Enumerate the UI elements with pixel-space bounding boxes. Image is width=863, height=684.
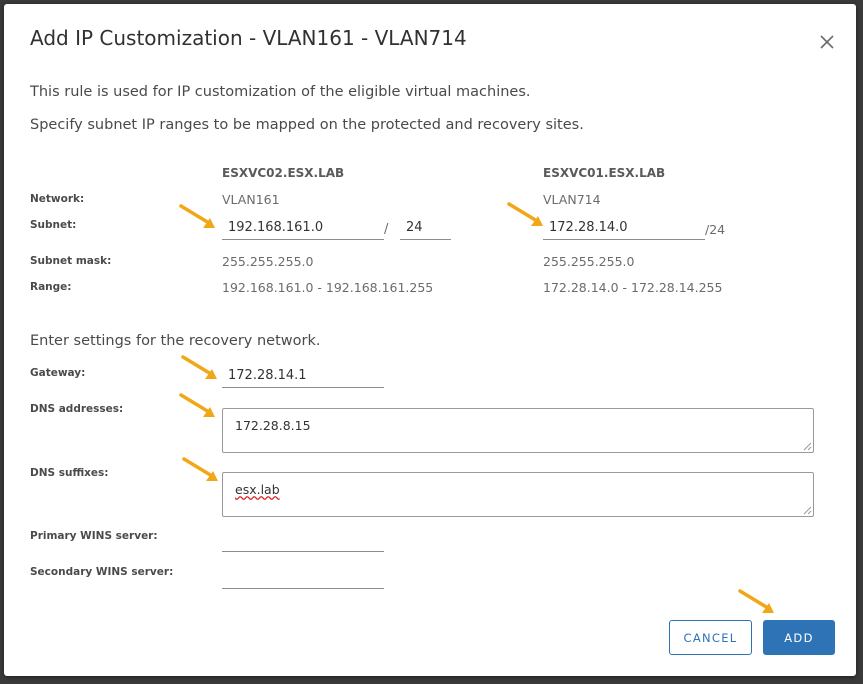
add-button[interactable]: ADD <box>763 620 835 655</box>
protected-subnet-mask-value: 255.255.255.0 <box>222 254 314 269</box>
protected-range-value: 192.168.161.0 - 192.168.161.255 <box>222 280 434 295</box>
secondary-wins-input[interactable] <box>222 567 384 589</box>
protected-network-value: VLAN161 <box>222 192 280 207</box>
dialog-title: Add IP Customization - VLAN161 - VLAN714 <box>30 26 467 50</box>
dns-suffixes-value: esx.lab <box>235 482 280 497</box>
dns-addresses-label: DNS addresses: <box>30 403 124 415</box>
intro-text-1: This rule is used for IP customization o… <box>30 84 531 100</box>
dns-suffixes-textarea[interactable]: esx.lab <box>222 472 814 517</box>
subnet-mask-label: Subnet mask: <box>30 255 112 267</box>
secondary-wins-label: Secondary WINS server: <box>30 566 174 578</box>
arrow-pointer-icon <box>507 202 543 226</box>
add-ip-customization-dialog: Add IP Customization - VLAN161 - VLAN714… <box>4 4 856 676</box>
recovery-range-value: 172.28.14.0 - 172.28.14.255 <box>543 280 723 295</box>
subnet-label: Subnet: <box>30 219 77 231</box>
protected-prefix-input[interactable] <box>400 218 451 240</box>
arrow-pointer-icon <box>182 457 218 481</box>
resize-grip-icon[interactable] <box>802 441 812 451</box>
close-button[interactable] <box>814 29 840 55</box>
intro-text-2: Specify subnet IP ranges to be mapped on… <box>30 117 584 133</box>
dns-addresses-textarea[interactable]: 172.28.8.15 <box>222 408 814 453</box>
range-label: Range: <box>30 281 72 293</box>
recovery-prefix: /24 <box>705 222 726 237</box>
gateway-label: Gateway: <box>30 367 86 379</box>
dns-suffixes-label: DNS suffixes: <box>30 467 109 479</box>
gateway-input[interactable] <box>222 366 384 388</box>
recovery-site-header: ESXVC01.ESX.LAB <box>543 166 666 180</box>
arrow-pointer-icon <box>179 204 215 228</box>
recovery-subnet-input[interactable] <box>543 218 705 240</box>
dns-addresses-value: 172.28.8.15 <box>235 418 311 433</box>
resize-grip-icon[interactable] <box>802 505 812 515</box>
arrow-pointer-icon <box>181 355 217 379</box>
cancel-button[interactable]: CANCEL <box>669 620 752 655</box>
recovery-settings-heading: Enter settings for the recovery network. <box>30 333 321 349</box>
network-label: Network: <box>30 193 85 205</box>
recovery-network-value: VLAN714 <box>543 192 601 207</box>
recovery-subnet-mask-value: 255.255.255.0 <box>543 254 635 269</box>
prefix-separator: / <box>384 222 389 237</box>
primary-wins-input[interactable] <box>222 530 384 552</box>
protected-subnet-input[interactable] <box>222 218 384 240</box>
protected-site-header: ESXVC02.ESX.LAB <box>222 166 345 180</box>
close-icon <box>820 35 834 49</box>
primary-wins-label: Primary WINS server: <box>30 530 158 542</box>
arrow-pointer-icon <box>738 589 774 613</box>
arrow-pointer-icon <box>179 393 215 417</box>
